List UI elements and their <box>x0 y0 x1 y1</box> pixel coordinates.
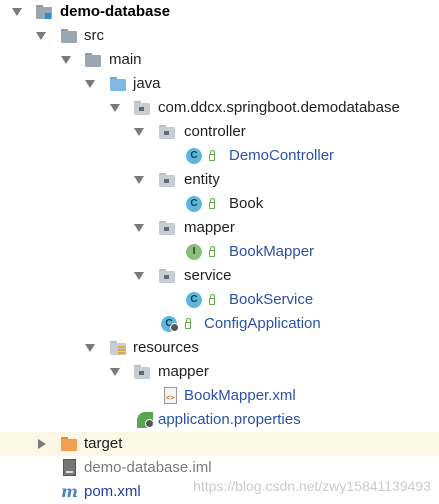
folder-label: target <box>84 435 123 452</box>
file-label: pom.xml <box>84 483 141 500</box>
file-label: DemoController <box>229 147 335 164</box>
file-label: BookMapper.xml <box>184 387 296 404</box>
tree-node-entity[interactable]: entity <box>0 168 439 192</box>
tree-node-res-mapper[interactable]: mapper <box>0 360 439 384</box>
package-label: controller <box>184 123 246 140</box>
package-icon <box>159 268 175 284</box>
run-config-icon <box>170 323 179 332</box>
tree-node-package[interactable]: com.ddcx.springboot.demodatabase <box>0 96 439 120</box>
project-tree: demo-database src main java com.ddcx.spr… <box>0 0 439 504</box>
expand-arrow-icon[interactable] <box>12 8 22 16</box>
tree-node-service[interactable]: service <box>0 264 439 288</box>
file-label: BookService <box>229 291 314 308</box>
package-icon <box>159 220 175 236</box>
expand-arrow-icon[interactable] <box>61 56 71 64</box>
package-icon <box>134 100 150 116</box>
expand-arrow-icon[interactable] <box>134 272 144 280</box>
tree-node-book-service[interactable]: C BookService <box>0 288 439 312</box>
package-label: service <box>184 267 232 284</box>
expand-arrow-icon[interactable] <box>134 176 144 184</box>
tree-node-mapper[interactable]: mapper <box>0 216 439 240</box>
lock-icon <box>209 150 215 161</box>
class-icon: C <box>186 292 202 308</box>
tree-node-project[interactable]: demo-database <box>0 0 439 24</box>
iml-file-icon <box>63 459 76 476</box>
lock-icon <box>209 198 215 209</box>
tree-node-resources[interactable]: resources <box>0 336 439 360</box>
tree-node-controller[interactable]: controller <box>0 120 439 144</box>
package-icon <box>159 124 175 140</box>
watermark: https://blog.csdn.net/zwy15841139493 <box>193 478 431 494</box>
folder-icon <box>134 364 150 380</box>
file-label: Book <box>229 195 264 212</box>
package-label: entity <box>184 171 220 188</box>
settings-badge-icon <box>145 419 154 428</box>
expand-arrow-icon[interactable] <box>85 80 95 88</box>
project-folder-icon <box>36 4 52 20</box>
xml-file-icon: <> <box>164 387 177 404</box>
collapse-arrow-icon[interactable] <box>38 439 46 449</box>
excluded-folder-icon <box>61 436 77 452</box>
tree-node-target[interactable]: target <box>0 432 439 456</box>
tree-node-iml[interactable]: demo-database.iml <box>0 456 439 480</box>
folder-label: mapper <box>158 363 209 380</box>
tree-node-application-properties[interactable]: application.properties <box>0 408 439 432</box>
folder-label: resources <box>133 339 199 356</box>
resources-folder-icon <box>110 340 126 356</box>
package-label: mapper <box>184 219 235 236</box>
package-icon <box>159 172 175 188</box>
expand-arrow-icon[interactable] <box>85 344 95 352</box>
lock-icon <box>209 294 215 305</box>
lock-icon <box>209 246 215 257</box>
file-label: ConfigApplication <box>204 315 321 332</box>
class-icon: C <box>186 148 202 164</box>
tree-node-config-application[interactable]: C ConfigApplication <box>0 312 439 336</box>
folder-icon <box>85 52 101 68</box>
tree-node-book-mapper-xml[interactable]: <> BookMapper.xml <box>0 384 439 408</box>
interface-icon: I <box>186 244 202 260</box>
expand-arrow-icon[interactable] <box>134 224 144 232</box>
file-label: BookMapper <box>229 243 315 260</box>
expand-arrow-icon[interactable] <box>110 368 120 376</box>
project-name: demo-database <box>60 3 171 20</box>
tree-node-book-mapper[interactable]: I BookMapper <box>0 240 439 264</box>
tree-node-book[interactable]: C Book <box>0 192 439 216</box>
expand-arrow-icon[interactable] <box>134 128 144 136</box>
package-label: com.ddcx.springboot.demodatabase <box>158 99 400 116</box>
source-folder-icon <box>110 76 126 92</box>
tree-node-demo-controller[interactable]: C DemoController <box>0 144 439 168</box>
expand-arrow-icon[interactable] <box>110 104 120 112</box>
maven-icon: m <box>61 482 78 501</box>
tree-node-main[interactable]: main <box>0 48 439 72</box>
folder-icon <box>61 28 77 44</box>
tree-node-src[interactable]: src <box>0 24 439 48</box>
expand-arrow-icon[interactable] <box>36 32 46 40</box>
folder-label: main <box>109 51 142 68</box>
file-label: demo-database.iml <box>84 459 212 476</box>
lock-icon <box>185 318 191 329</box>
folder-label: java <box>133 75 161 92</box>
file-label: application.properties <box>158 411 301 428</box>
class-icon: C <box>186 196 202 212</box>
folder-label: src <box>84 27 104 44</box>
tree-node-java[interactable]: java <box>0 72 439 96</box>
